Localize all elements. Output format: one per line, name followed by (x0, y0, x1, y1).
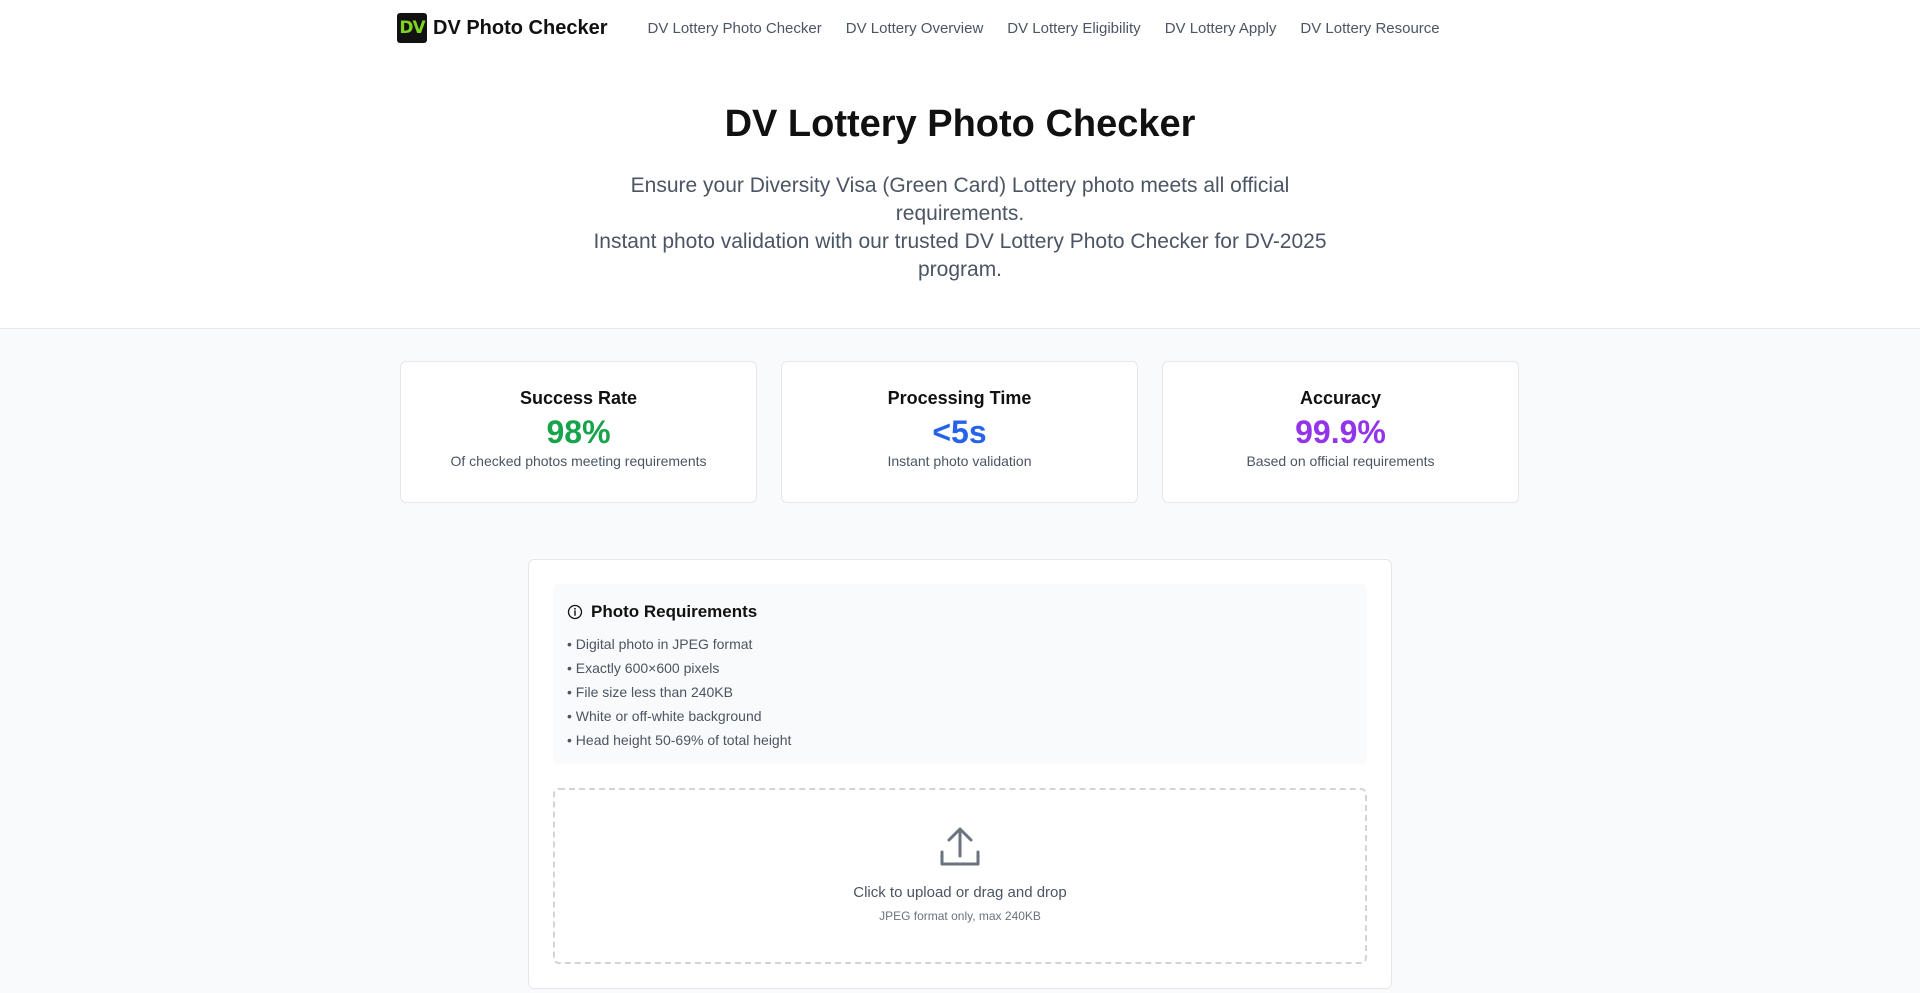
nav-link-eligibility[interactable]: DV Lottery Eligibility (1007, 20, 1140, 37)
upload-dropzone[interactable]: Click to upload or drag and drop JPEG fo… (553, 788, 1367, 964)
stat-title: Processing Time (887, 388, 1032, 408)
stat-title: Success Rate (519, 388, 638, 408)
requirements-header: Photo Requirements (567, 602, 1353, 622)
list-item: • Head height 50-69% of total height (567, 732, 792, 748)
stat-card-processing-time: Processing Time <5s Instant photo valida… (781, 361, 1138, 503)
upload-icon (940, 827, 980, 866)
nav-link-overview[interactable]: DV Lottery Overview (846, 20, 984, 37)
requirements-box: Photo Requirements • Digital photo in JP… (553, 584, 1367, 764)
stat-card-accuracy: Accuracy 99.9% Based on official require… (1162, 361, 1519, 503)
stat-value: <5s (932, 414, 987, 450)
hero-subtitle: Ensure your Diversity Visa (Green Card) … (580, 172, 1340, 284)
main-content: Success Rate 98% Of checked photos meeti… (0, 329, 1920, 993)
stat-title: Accuracy (1299, 388, 1382, 408)
main-nav: DV Lottery Photo Checker DV Lottery Over… (647, 20, 1463, 37)
hero-section: DV Lottery Photo Checker Ensure your Div… (0, 56, 1920, 329)
stat-description: Based on official requirements (1246, 453, 1435, 469)
brand[interactable]: DV DV Photo Checker (397, 13, 607, 43)
hero-subtitle-line-1: Ensure your Diversity Visa (Green Card) … (630, 173, 1290, 225)
hero-subtitle-line-2: Instant photo validation with our truste… (593, 229, 1327, 281)
nav-link-resource[interactable]: DV Lottery Resource (1300, 20, 1439, 37)
page-title: DV Lottery Photo Checker (724, 103, 1196, 145)
logo: DV (397, 13, 427, 43)
nav-link-photo-checker[interactable]: DV Lottery Photo Checker (647, 20, 821, 37)
stats-row: Success Rate 98% Of checked photos meeti… (400, 361, 1519, 503)
list-item: • White or off-white background (567, 708, 762, 724)
upload-constraints: JPEG format only, max 240KB (879, 909, 1041, 923)
stat-description: Instant photo validation (887, 453, 1032, 469)
requirements-list: • Digital photo in JPEG format • Exactly… (567, 632, 1353, 752)
requirements-title: Photo Requirements (591, 602, 758, 621)
list-item: • Exactly 600×600 pixels (567, 660, 720, 676)
stat-card-success-rate: Success Rate 98% Of checked photos meeti… (400, 361, 757, 503)
stat-value: 99.9% (1295, 414, 1386, 450)
stat-description: Of checked photos meeting requirements (450, 453, 707, 469)
brand-name: DV Photo Checker (433, 16, 608, 39)
top-navigation: DV DV Photo Checker DV Lottery Photo Che… (0, 0, 1920, 56)
photo-upload-card: Photo Requirements • Digital photo in JP… (528, 559, 1392, 989)
nav-link-apply[interactable]: DV Lottery Apply (1165, 20, 1277, 37)
stat-value: 98% (546, 414, 611, 450)
list-item: • Digital photo in JPEG format (567, 636, 753, 652)
list-item: • File size less than 240KB (567, 684, 733, 700)
upload-instruction: Click to upload or drag and drop (853, 884, 1067, 901)
info-icon (567, 604, 583, 620)
